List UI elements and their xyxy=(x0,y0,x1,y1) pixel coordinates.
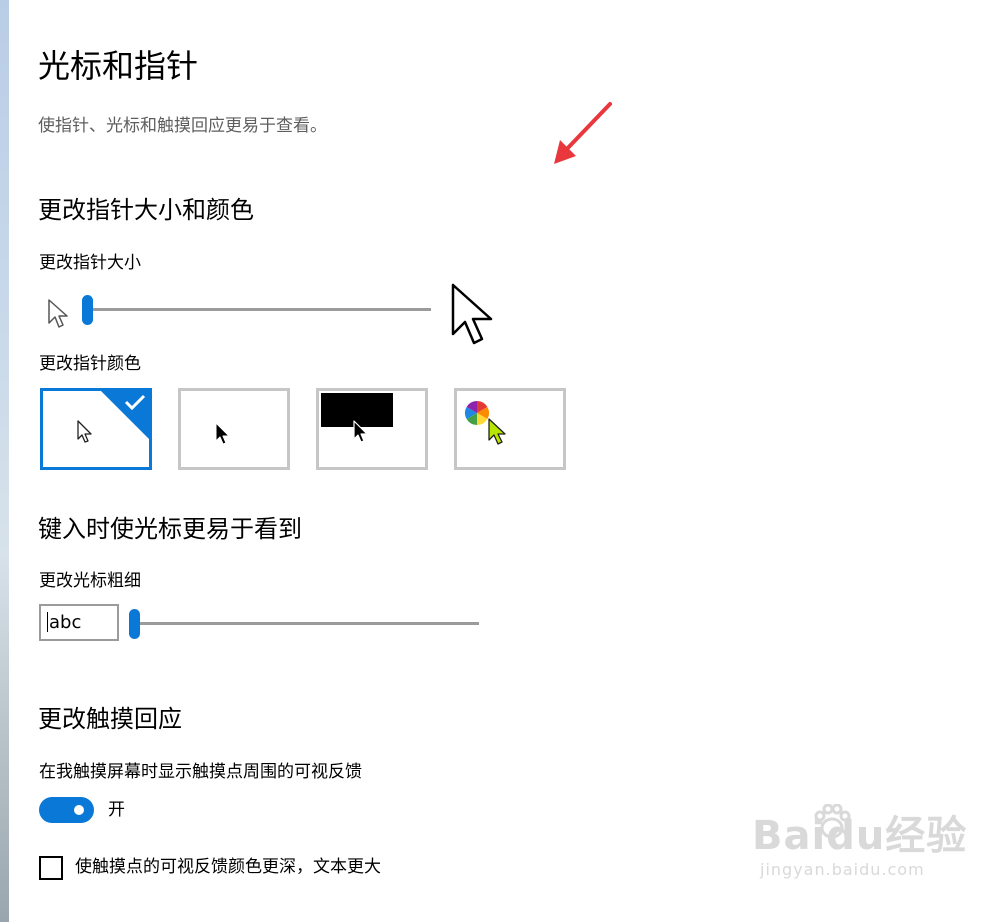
watermark-brand: Baidu经验 xyxy=(752,813,968,859)
cursor-thickness-slider-track[interactable] xyxy=(133,622,479,625)
black-pointer-icon xyxy=(215,422,230,445)
page-subtitle: 使指针、光标和触摸回应更易于查看。 xyxy=(38,116,327,136)
cursor-preview-box: abc xyxy=(39,604,119,641)
touch-feedback-toggle[interactable] xyxy=(39,797,94,823)
pointer-color-label: 更改指针颜色 xyxy=(39,354,141,374)
toggle-knob xyxy=(74,805,84,815)
pointer-size-label: 更改指针大小 xyxy=(39,253,141,273)
annotation-arrow-icon xyxy=(554,102,612,164)
pointer-color-inverted[interactable] xyxy=(316,388,428,470)
darker-feedback-label: 使触摸点的可视反馈颜色更深，文本更大 xyxy=(75,857,381,877)
toggle-state-label: 开 xyxy=(108,800,125,820)
custom-pointer-icon xyxy=(488,418,506,445)
baidu-watermark: Baidu经验 jingyan.baidu.com xyxy=(752,804,968,879)
text-caret xyxy=(47,612,48,632)
cursor-thickness-label: 更改光标粗细 xyxy=(39,571,141,591)
white-pointer-icon xyxy=(77,420,92,443)
small-pointer-icon xyxy=(48,299,68,328)
window-edge xyxy=(0,0,9,922)
touch-feedback-label: 在我触摸屏幕时显示触摸点周围的可视反馈 xyxy=(39,762,362,782)
pointer-color-black[interactable] xyxy=(178,388,290,470)
page-title: 光标和指针 xyxy=(38,47,199,85)
pointer-section-title: 更改指针大小和颜色 xyxy=(38,196,254,224)
cursor-preview-text: abc xyxy=(49,612,82,633)
pointer-color-white[interactable] xyxy=(40,388,152,470)
cursor-section-title: 键入时使光标更易于看到 xyxy=(38,515,302,543)
paw-icon xyxy=(814,804,851,839)
large-pointer-icon xyxy=(451,283,493,345)
darker-feedback-checkbox[interactable] xyxy=(39,856,63,880)
cursor-thickness-slider-thumb[interactable] xyxy=(129,609,140,639)
inverted-pointer-icon xyxy=(353,420,368,443)
pointer-size-slider-thumb[interactable] xyxy=(82,295,93,325)
checkmark-icon xyxy=(124,394,146,411)
touch-section-title: 更改触摸回应 xyxy=(38,705,182,733)
pointer-size-slider-track[interactable] xyxy=(86,308,431,311)
pointer-color-custom[interactable] xyxy=(454,388,566,470)
watermark-url: jingyan.baidu.com xyxy=(760,860,925,879)
